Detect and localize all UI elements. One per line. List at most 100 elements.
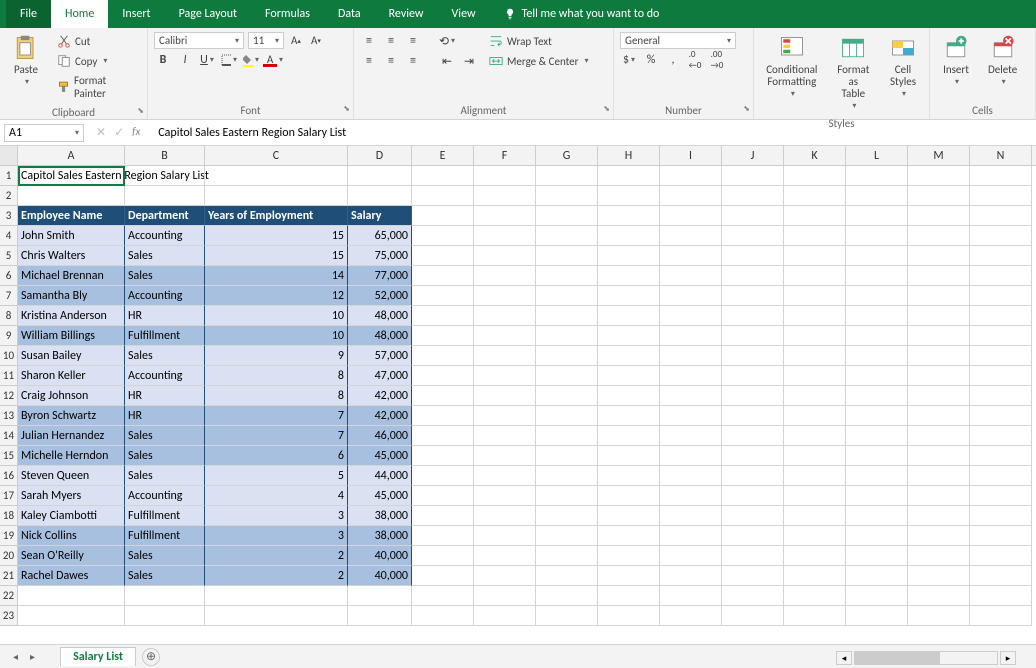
- cell[interactable]: [722, 506, 784, 526]
- cell[interactable]: [18, 606, 125, 626]
- column-header-F[interactable]: F: [474, 146, 536, 165]
- cell[interactable]: [205, 606, 348, 626]
- cell[interactable]: [348, 186, 412, 206]
- cell[interactable]: 3: [205, 526, 348, 546]
- cell[interactable]: [722, 166, 784, 186]
- cell[interactable]: [536, 566, 598, 586]
- cell[interactable]: 46,000: [348, 426, 412, 446]
- cell[interactable]: Kristina Anderson: [18, 306, 125, 326]
- cell[interactable]: [412, 306, 474, 326]
- cell[interactable]: [660, 186, 722, 206]
- cell[interactable]: 38,000: [348, 526, 412, 546]
- cell[interactable]: [970, 546, 1032, 566]
- column-header-I[interactable]: I: [660, 146, 722, 165]
- add-sheet-button[interactable]: ⊕: [142, 648, 160, 666]
- cell[interactable]: Fulfillment: [125, 326, 205, 346]
- cell[interactable]: [536, 466, 598, 486]
- cell[interactable]: [536, 606, 598, 626]
- cell[interactable]: [598, 566, 660, 586]
- cell[interactable]: [536, 586, 598, 606]
- cell[interactable]: [846, 566, 908, 586]
- row-header[interactable]: 16: [0, 466, 18, 486]
- cell[interactable]: [598, 446, 660, 466]
- cell[interactable]: [474, 386, 536, 406]
- cell[interactable]: [536, 446, 598, 466]
- row-header[interactable]: 13: [0, 406, 18, 426]
- row-header[interactable]: 12: [0, 386, 18, 406]
- cell[interactable]: [970, 186, 1032, 206]
- cell[interactable]: [598, 466, 660, 486]
- cell[interactable]: [18, 586, 125, 606]
- cell[interactable]: [536, 506, 598, 526]
- scroll-right-arrow[interactable]: ▸: [1000, 651, 1016, 665]
- cell[interactable]: [536, 486, 598, 506]
- tell-me[interactable]: Tell me what you want to do: [490, 0, 660, 28]
- cell[interactable]: [598, 246, 660, 266]
- cell[interactable]: [474, 566, 536, 586]
- cell[interactable]: Craig Johnson: [18, 386, 125, 406]
- cell[interactable]: Samantha Bly: [18, 286, 125, 306]
- column-header-D[interactable]: D: [348, 146, 412, 165]
- align-right-button[interactable]: ≡: [404, 52, 422, 70]
- row-header[interactable]: 11: [0, 366, 18, 386]
- cell[interactable]: [970, 386, 1032, 406]
- tab-insert[interactable]: Insert: [108, 0, 164, 28]
- cell[interactable]: [598, 166, 660, 186]
- cell[interactable]: [412, 506, 474, 526]
- cell[interactable]: [908, 466, 970, 486]
- column-header-L[interactable]: L: [846, 146, 908, 165]
- decrease-decimal-button[interactable]: .00→0: [708, 51, 726, 69]
- tab-page-layout[interactable]: Page Layout: [165, 0, 251, 28]
- cell[interactable]: Accounting: [125, 286, 205, 306]
- cell[interactable]: [846, 246, 908, 266]
- cell[interactable]: [908, 246, 970, 266]
- cell[interactable]: 38,000: [348, 506, 412, 526]
- cell[interactable]: [598, 306, 660, 326]
- align-bottom-button[interactable]: ≡: [404, 32, 422, 50]
- tab-home[interactable]: Home: [51, 0, 108, 28]
- cell[interactable]: [660, 566, 722, 586]
- cell[interactable]: [908, 346, 970, 366]
- cell[interactable]: [784, 566, 846, 586]
- cell[interactable]: 2: [205, 546, 348, 566]
- cell[interactable]: Sarah Myers: [18, 486, 125, 506]
- cell[interactable]: Sales: [125, 246, 205, 266]
- cell[interactable]: [598, 386, 660, 406]
- cell[interactable]: [846, 386, 908, 406]
- cell[interactable]: [474, 266, 536, 286]
- cell[interactable]: 77,000: [348, 266, 412, 286]
- cell[interactable]: [908, 166, 970, 186]
- cell[interactable]: [125, 186, 205, 206]
- cell[interactable]: [722, 186, 784, 206]
- cell[interactable]: [660, 446, 722, 466]
- cell[interactable]: [784, 526, 846, 546]
- cell[interactable]: Years of Employment: [205, 206, 348, 226]
- cell[interactable]: 44,000: [348, 466, 412, 486]
- cell[interactable]: [784, 486, 846, 506]
- cell[interactable]: [846, 506, 908, 526]
- cell[interactable]: [536, 186, 598, 206]
- cell[interactable]: Sharon Keller: [18, 366, 125, 386]
- cell[interactable]: Employee Name: [18, 206, 125, 226]
- cell[interactable]: [536, 326, 598, 346]
- cell[interactable]: [970, 366, 1032, 386]
- cell[interactable]: [784, 266, 846, 286]
- font-size-select[interactable]: 11▾: [248, 32, 284, 49]
- bold-button[interactable]: B: [154, 51, 172, 69]
- cell[interactable]: 10: [205, 306, 348, 326]
- cell[interactable]: [474, 186, 536, 206]
- cell[interactable]: 8: [205, 366, 348, 386]
- fx-icon[interactable]: fx: [132, 125, 140, 140]
- cell[interactable]: [970, 426, 1032, 446]
- cell[interactable]: [908, 566, 970, 586]
- cell[interactable]: [908, 186, 970, 206]
- cell[interactable]: [908, 446, 970, 466]
- cell[interactable]: [784, 166, 846, 186]
- cell[interactable]: [412, 446, 474, 466]
- cell[interactable]: [722, 366, 784, 386]
- cell[interactable]: [784, 206, 846, 226]
- comma-format-button[interactable]: ,: [664, 51, 682, 69]
- cell[interactable]: Sales: [125, 546, 205, 566]
- cell[interactable]: [784, 366, 846, 386]
- cell[interactable]: [474, 226, 536, 246]
